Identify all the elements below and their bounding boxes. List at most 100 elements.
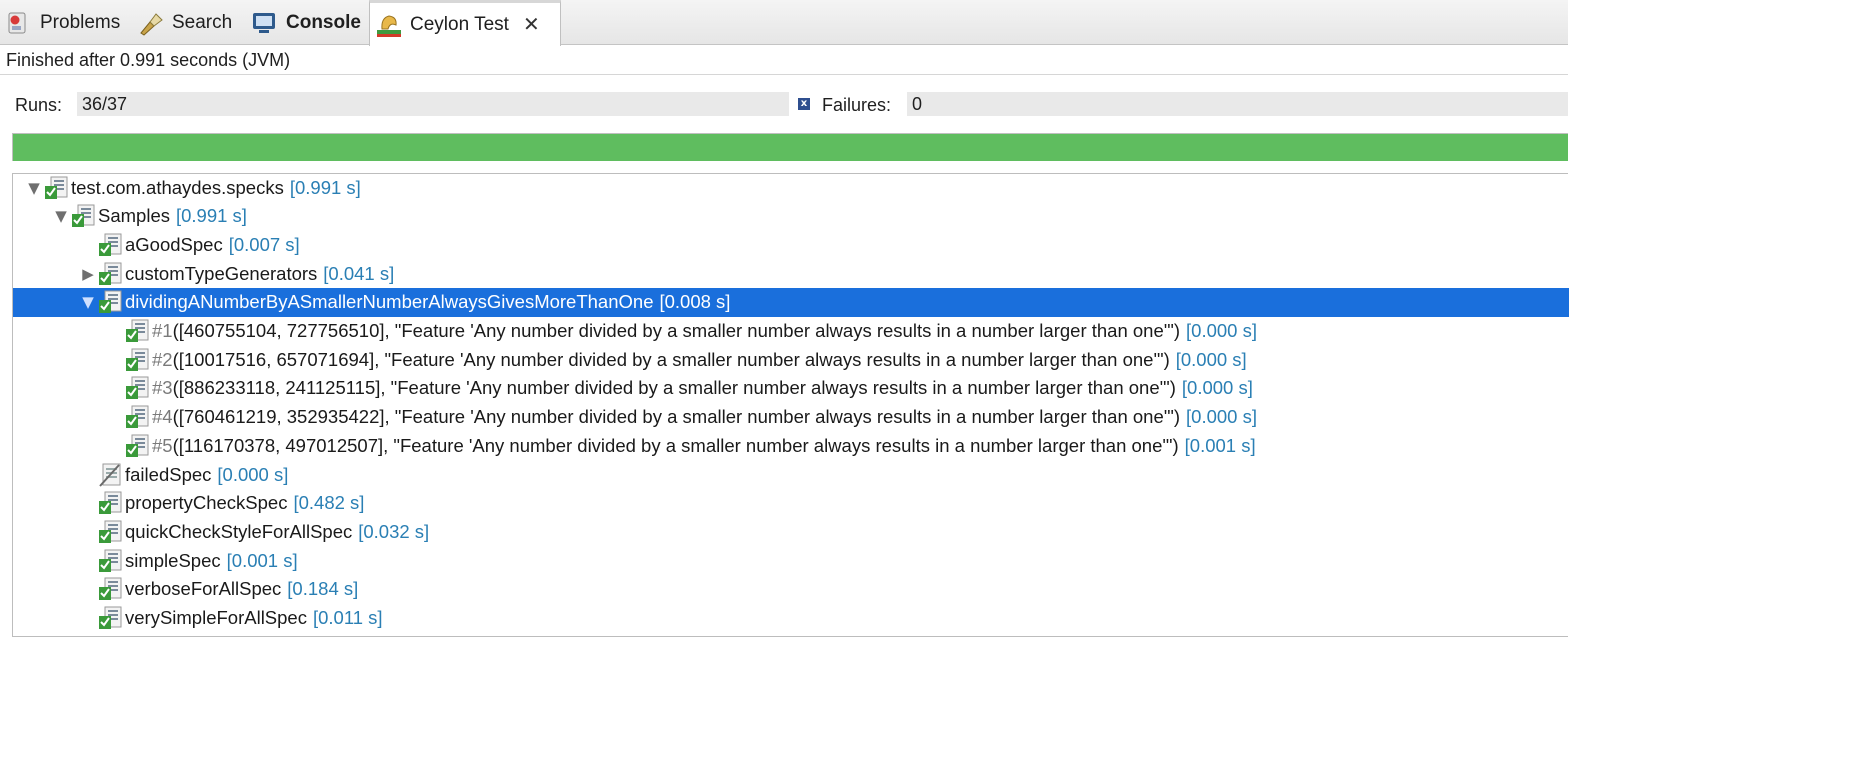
tree-row[interactable]: propertyCheckSpec [0.482 s]: [13, 489, 1569, 518]
tree-row[interactable]: simpleSpec [0.001 s]: [13, 546, 1569, 575]
no-expander: [79, 580, 97, 598]
test-name: Samples: [98, 205, 170, 227]
tree-row[interactable]: ▼ Samples [0.991 s]: [13, 202, 1569, 231]
tree-row[interactable]: quickCheckStyleForAllSpec [0.032 s]: [13, 517, 1569, 546]
test-name: failedSpec: [125, 463, 212, 485]
test-progress-bar: [12, 133, 1568, 161]
invocation-number: #5: [152, 434, 173, 456]
view-tab-bar: Problems Search Console Ceylon Test ✕: [0, 0, 1568, 46]
runs-label: Runs:: [15, 95, 63, 115]
no-expander: [106, 437, 124, 455]
test-passed-icon: [124, 404, 150, 430]
test-duration: [0.008 s]: [659, 291, 731, 313]
test-name: simpleSpec: [125, 549, 221, 571]
test-name: ([116170378, 497012507], "Feature 'Any n…: [172, 434, 1179, 456]
test-passed-icon: [97, 289, 123, 315]
tree-row[interactable]: failedSpec [0.000 s]: [13, 460, 1569, 489]
tree-row[interactable]: #4 ([760461219, 352935422], "Feature 'An…: [13, 403, 1569, 432]
collapse-arrow-icon[interactable]: ▼: [79, 293, 97, 311]
test-passed-icon: [97, 519, 123, 545]
test-name: verySimpleForAllSpec: [125, 607, 307, 628]
failures-count: 0: [907, 92, 1568, 116]
close-icon[interactable]: ✕: [523, 12, 540, 37]
test-passed-icon: [97, 490, 123, 516]
no-expander: [106, 408, 124, 426]
test-passed-icon: [97, 605, 123, 631]
invocation-number: #1: [152, 320, 173, 341]
test-suite-passed-icon: [43, 175, 69, 201]
test-name: propertyCheckSpec: [125, 492, 288, 514]
test-passed-icon: [124, 375, 150, 401]
tree-row[interactable]: #5 ([116170378, 497012507], "Feature 'An…: [13, 431, 1569, 460]
test-suite-passed-icon: [70, 203, 96, 229]
tab-problems[interactable]: Problems: [6, 0, 120, 45]
no-expander: [79, 552, 97, 570]
tab-label: Search: [172, 11, 233, 33]
ceylon-test-icon: [376, 12, 402, 38]
test-duration: [0.000 s]: [1186, 406, 1257, 428]
no-expander: [106, 322, 124, 340]
test-name: ([886233118, 241125115], "Feature 'Any n…: [172, 377, 1176, 399]
tree-row[interactable]: verboseForAllSpec [0.184 s]: [13, 575, 1569, 604]
failures-icon: x: [798, 98, 810, 110]
tree-row[interactable]: #1 ([460755104, 727756510], "Feature 'An…: [13, 317, 1569, 346]
test-name: ([10017516, 657071694], "Feature 'Any nu…: [172, 348, 1170, 370]
tree-row[interactable]: ▼ dividingANumberByASmallerNumberAlwaysGi…: [13, 287, 1569, 317]
collapse-arrow-icon[interactable]: ▼: [25, 179, 43, 197]
invocation-number: #2: [152, 348, 173, 370]
collapse-arrow-icon[interactable]: ▼: [52, 207, 70, 225]
no-expander: [79, 236, 97, 254]
failures-label: Failures:: [822, 95, 892, 115]
test-name: test.com.athaydes.specks: [71, 176, 284, 198]
invocation-number: #3: [152, 377, 173, 399]
no-expander: [79, 609, 97, 627]
test-duration: [0.001 s]: [226, 549, 298, 571]
tree-row[interactable]: ▶ customTypeGenerators [0.041 s]: [13, 259, 1569, 288]
tree-row[interactable]: verySimpleForAllSpec [0.011 s]: [13, 604, 1569, 633]
test-name: quickCheckStyleForAllSpec: [125, 520, 353, 542]
test-passed-icon: [97, 548, 123, 574]
tree-row[interactable]: #2 ([10017516, 657071694], "Feature 'Any…: [13, 345, 1569, 374]
test-duration: [0.032 s]: [358, 520, 430, 542]
invocation-number: #4: [152, 406, 173, 428]
tab-label: Console: [286, 11, 361, 33]
test-ignored-icon: [97, 462, 123, 488]
search-flashlight-icon: [138, 10, 164, 36]
test-name: customTypeGenerators: [125, 262, 318, 284]
test-name: ([760461219, 352935422], "Feature 'Any n…: [172, 406, 1181, 428]
tab-ceylon-test[interactable]: Ceylon Test ✕: [369, 0, 561, 46]
test-duration: [0.000 s]: [1186, 320, 1257, 341]
tab-search[interactable]: Search: [138, 0, 232, 45]
test-passed-icon: [97, 576, 123, 602]
test-name: verboseForAllSpec: [125, 578, 282, 600]
progress-fill: [13, 134, 1568, 161]
no-expander: [79, 494, 97, 512]
test-duration: [0.041 s]: [323, 262, 395, 284]
expand-arrow-icon[interactable]: ▶: [79, 265, 97, 283]
test-passed-icon: [124, 318, 150, 344]
test-duration: [0.991 s]: [175, 205, 247, 227]
tree-row[interactable]: #3 ([886233118, 241125115], "Feature 'An…: [13, 374, 1569, 403]
test-passed-icon: [97, 261, 123, 287]
tab-label: Problems: [40, 11, 121, 33]
test-duration: [0.000 s]: [1175, 348, 1247, 370]
test-results-tree[interactable]: ▼ test.com.athaydes.specks [0.991 s] ▼ Sampl…: [12, 173, 1569, 637]
test-duration: [0.001 s]: [1184, 434, 1256, 456]
test-duration: [0.000 s]: [1181, 377, 1253, 399]
console-icon: [252, 10, 278, 36]
test-passed-icon: [124, 347, 150, 373]
test-passed-icon: [97, 232, 123, 258]
test-run-status: Finished after 0.991 seconds (JVM): [6, 50, 291, 70]
test-name: aGoodSpec: [125, 233, 223, 255]
test-duration: [0.011 s]: [312, 607, 383, 628]
tab-console[interactable]: Console: [252, 0, 361, 45]
test-name: ([460755104, 727756510], "Feature 'Any n…: [172, 320, 1181, 341]
tree-row[interactable]: aGoodSpec [0.007 s]: [13, 230, 1569, 259]
test-duration: [0.007 s]: [228, 233, 300, 255]
no-expander: [106, 379, 124, 397]
test-passed-icon: [124, 433, 150, 459]
test-duration: [0.482 s]: [293, 492, 365, 514]
no-expander: [79, 466, 97, 484]
problems-icon: [6, 10, 32, 36]
tree-row[interactable]: ▼ test.com.athaydes.specks [0.991 s]: [13, 173, 1569, 202]
